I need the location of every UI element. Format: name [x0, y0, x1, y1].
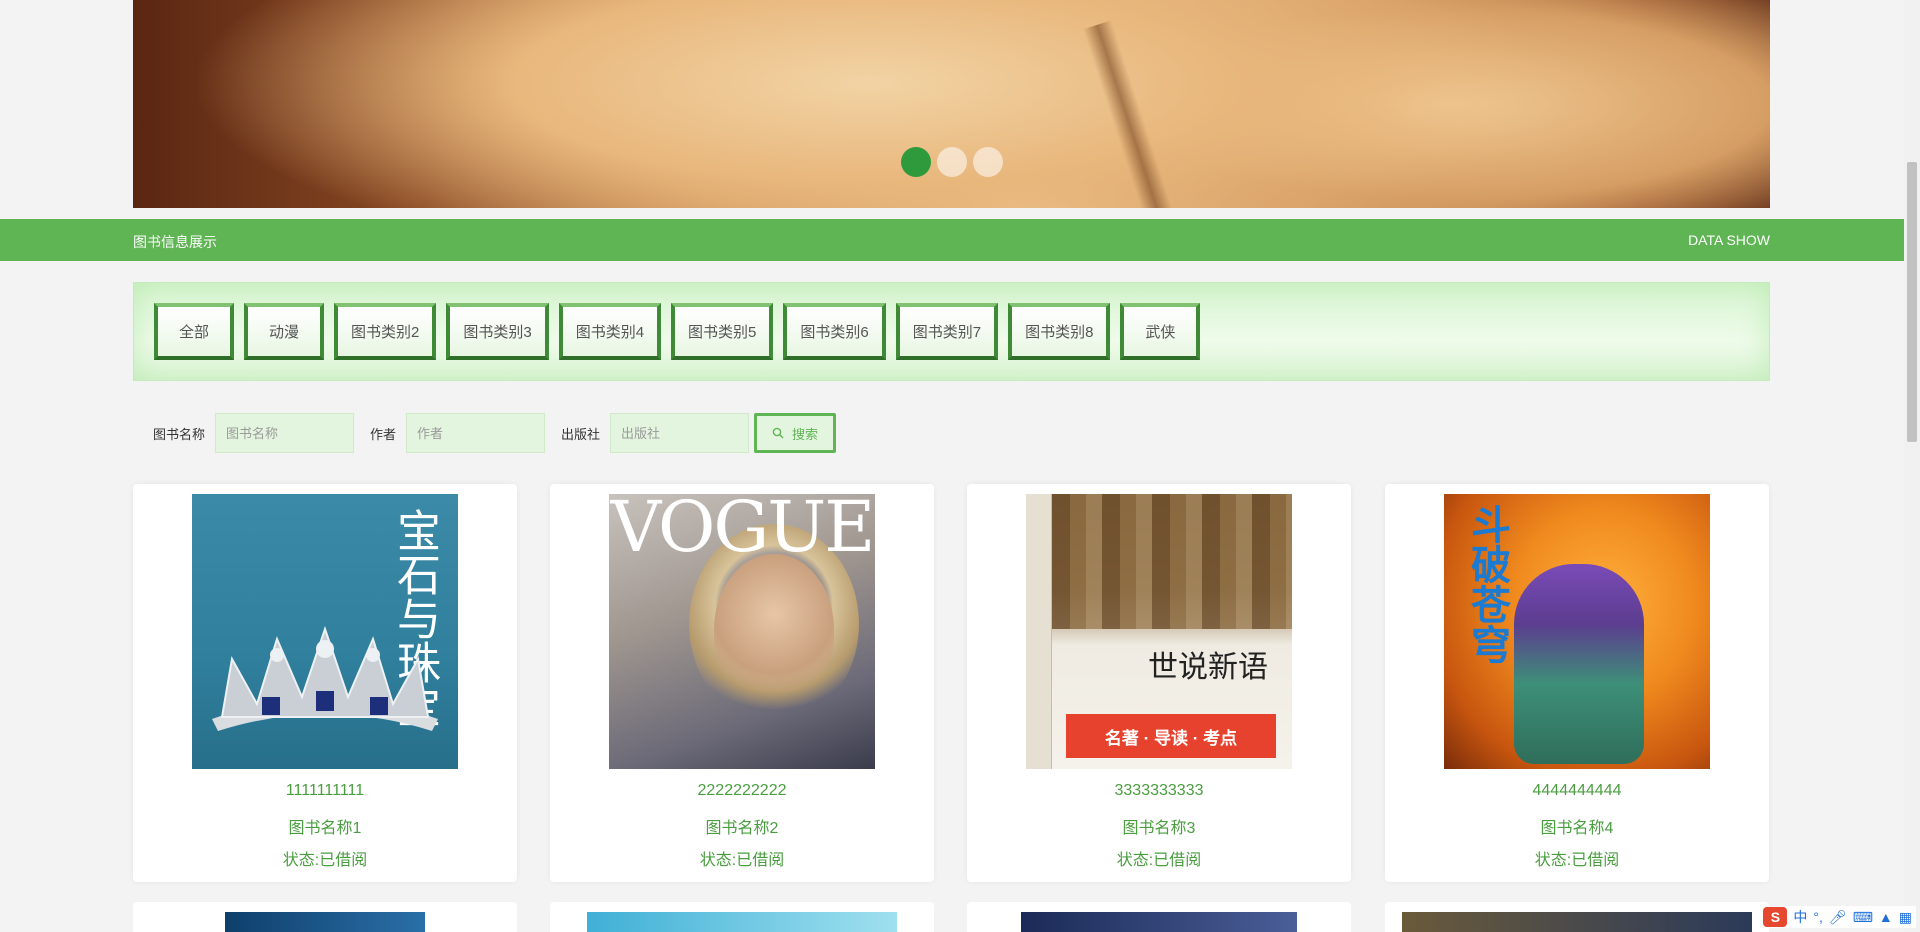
category-5-button[interactable]: 图书类别5 [671, 303, 774, 360]
book-status: 状态:已借阅 [1534, 852, 1620, 869]
book-cover-7 [1021, 912, 1297, 932]
carousel-dot-3[interactable] [972, 147, 1003, 177]
publisher-input[interactable] [610, 413, 750, 453]
search-form: 图书名称 作者 出版社 搜索 [153, 412, 837, 454]
punctuation-icon[interactable]: °, [1813, 909, 1823, 925]
book-card-3[interactable]: 世说新语 名著 · 导读 · 考点 3333333333 图书名称3 状态:已借… [967, 484, 1351, 882]
search-button-label: 搜索 [792, 426, 819, 442]
grid-icon[interactable]: ▦ [1899, 909, 1912, 926]
book-card-5[interactable] [133, 902, 517, 932]
book-code: 1111111111 [285, 782, 365, 799]
section-title: 图书信息展示 [133, 234, 217, 250]
book-status: 状态:已借阅 [1116, 852, 1202, 869]
keyboard-icon[interactable]: ⌨︎ [1853, 909, 1873, 926]
book-card-1[interactable]: 宝石与珠宝 1111111111 图书名称1 状态:已借阅 [133, 484, 517, 882]
category-7-button[interactable]: 图书类别7 [895, 303, 999, 360]
banner-carousel[interactable] [133, 0, 1770, 208]
ime-toolbar[interactable]: S 中 °, 🎤︎ ⌨︎ ▲ ▦ [1759, 906, 1916, 928]
category-all-button[interactable]: 全部 [154, 303, 234, 360]
carousel-dots [133, 147, 1770, 177]
category-8-button[interactable]: 图书类别8 [1008, 303, 1111, 360]
category-4-button[interactable]: 图书类别4 [558, 303, 662, 360]
author-input[interactable] [406, 413, 546, 453]
book-title: 图书名称1 [288, 820, 362, 837]
book-cover-2: VOGUE [609, 494, 875, 769]
microphone-icon[interactable]: 🎤︎ [1829, 909, 1847, 926]
book-cover-6 [587, 912, 897, 932]
book-title: 图书名称4 [1540, 820, 1614, 837]
category-panel: 全部 动漫 图书类别2 图书类别3 图书类别4 图书类别5 图书类别6 图书类别… [133, 282, 1770, 381]
book-list: 宝石与珠宝 1111111111 图书名称1 状态:已借阅 VOGUE 2222… [133, 484, 1770, 882]
sogou-logo-icon[interactable]: S [1763, 907, 1788, 927]
section-subtitle: DATA SHOW [1688, 232, 1770, 248]
ime-language[interactable]: 中 [1793, 907, 1807, 927]
book-cover-4: 斗破苍穹 [1444, 494, 1710, 769]
book-cover-1: 宝石与珠宝 [192, 494, 458, 769]
book-card-8[interactable] [1385, 902, 1769, 932]
book-cover-5 [225, 912, 425, 932]
section-title-bar: 图书信息展示 DATA SHOW [0, 219, 1904, 261]
book-status: 状态:已借阅 [699, 852, 785, 869]
skin-icon[interactable]: ▲ [1879, 909, 1893, 925]
scrollbar-thumb[interactable] [1907, 162, 1917, 442]
crown-image [212, 625, 438, 731]
book-cover-3: 世说新语 名著 · 导读 · 考点 [1026, 494, 1292, 769]
book-status: 状态:已借阅 [282, 852, 368, 869]
book-title: 图书名称3 [1122, 820, 1196, 837]
cover-title-3: 世说新语 [1148, 650, 1268, 685]
book-cover-8 [1402, 912, 1752, 932]
category-2-button[interactable]: 图书类别2 [334, 303, 437, 360]
book-title: 图书名称2 [705, 820, 779, 837]
book-list-row-2 [133, 902, 1770, 932]
book-card-7[interactable] [967, 902, 1351, 932]
category-3-button[interactable]: 图书类别3 [446, 303, 549, 360]
book-card-6[interactable] [550, 902, 934, 932]
book-code: 3333333333 [1114, 782, 1204, 799]
book-card-4[interactable]: 斗破苍穹 4444444444 图书名称4 状态:已借阅 [1385, 484, 1769, 882]
carousel-dot-2[interactable] [936, 147, 967, 177]
publisher-label: 出版社 [561, 426, 601, 442]
book-code: 2222222222 [697, 782, 787, 799]
category-6-button[interactable]: 图书类别6 [783, 303, 886, 360]
page-scrollbar[interactable] [1904, 0, 1920, 932]
category-wuxia-button[interactable]: 武侠 [1120, 303, 1201, 360]
search-icon [772, 427, 784, 439]
carousel-dot-1[interactable] [900, 147, 931, 177]
cover-title-4: 斗破苍穹 [1464, 504, 1511, 664]
category-anime-button[interactable]: 动漫 [244, 303, 324, 360]
cover-title-2: VOGUE [610, 494, 875, 568]
search-button[interactable]: 搜索 [754, 413, 837, 453]
book-name-label: 图书名称 [153, 426, 206, 442]
book-spine-shadow [1082, 20, 1174, 208]
book-code: 4444444444 [1532, 782, 1622, 799]
book-name-input[interactable] [215, 413, 355, 453]
book-card-2[interactable]: VOGUE 2222222222 图书名称2 状态:已借阅 [550, 484, 934, 882]
author-label: 作者 [370, 426, 397, 442]
